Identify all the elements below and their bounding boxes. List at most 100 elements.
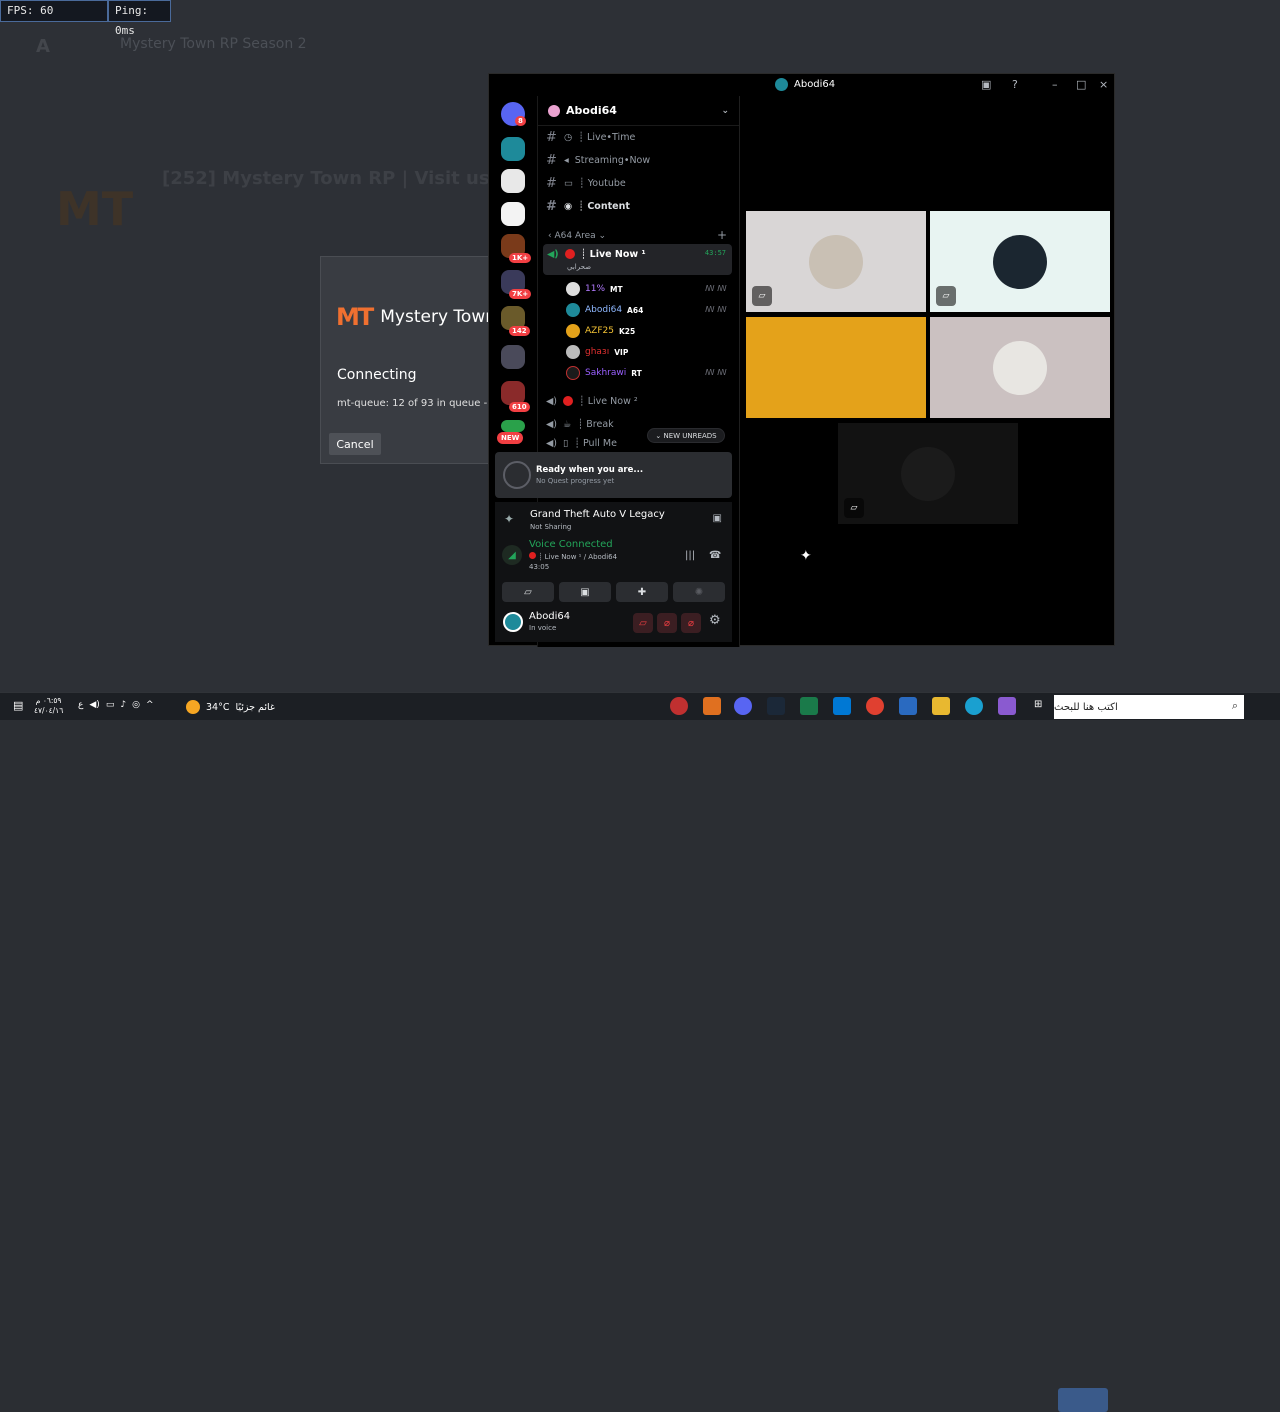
- channel-label: ┊ Youtube: [578, 177, 626, 189]
- add-channel-icon[interactable]: +: [717, 228, 727, 242]
- user-status: In voice: [529, 624, 557, 632]
- server-new-icon[interactable]: [501, 420, 525, 432]
- copilot-icon[interactable]: [998, 697, 1016, 715]
- news-widget-icon[interactable]: [1058, 1388, 1108, 1412]
- gamepad-icon: ✚: [637, 586, 647, 598]
- store-icon[interactable]: [899, 697, 917, 715]
- window-title: Abodi64: [775, 78, 835, 91]
- soundboard-button[interactable]: ✺: [673, 582, 725, 602]
- voice-channel-break[interactable]: ◀) ☕ ┊ Break: [546, 414, 614, 434]
- screen-share-button[interactable]: ▣: [559, 582, 611, 602]
- voice-channel-live-now-2[interactable]: ◀) ┊ Live Now ²: [546, 391, 638, 411]
- member-row[interactable]: AZF25 K25: [566, 322, 635, 340]
- video-tile[interactable]: [746, 317, 926, 418]
- new-unreads-pill[interactable]: ⌄ NEW UNREADS: [647, 428, 725, 443]
- xbox-icon[interactable]: [800, 697, 818, 715]
- participant-avatar: [809, 340, 863, 395]
- gta-icon: ✦: [504, 512, 515, 526]
- channel-live-time[interactable]: # ◷ ┊ Live•Time: [546, 127, 635, 147]
- server-logo: MT: [56, 182, 134, 236]
- game-subtitle: Not Sharing: [530, 523, 572, 531]
- video-tile[interactable]: [930, 317, 1110, 418]
- weather-widget[interactable]: 34°C غائم جزئيًا: [186, 700, 275, 714]
- minimize-icon[interactable]: –: [1052, 78, 1058, 91]
- member-name: Sakhrawi: [585, 368, 627, 378]
- channel-label: ┊ Live•Time: [578, 131, 636, 143]
- activities-button[interactable]: ✚: [616, 582, 668, 602]
- member-name: 11%: [585, 284, 606, 294]
- quest-title: Ready when you are...: [536, 465, 644, 475]
- share-screen-icon[interactable]: ▣: [713, 513, 722, 524]
- folder-2-badge: 7K+: [509, 289, 532, 299]
- video-tile[interactable]: ▱: [930, 211, 1110, 312]
- launcher-logo: A: [36, 36, 50, 57]
- user-avatar[interactable]: [503, 612, 523, 632]
- settings-gear-icon[interactable]: ⚙: [709, 613, 721, 628]
- disconnect-icon[interactable]: ☎: [709, 550, 721, 561]
- taskbar-clock[interactable]: ٠٦:٥٩ م ٤٧/٠٤/١٦: [34, 696, 63, 716]
- avatar: [566, 303, 580, 317]
- task-view-icon[interactable]: ⊞: [1034, 699, 1042, 710]
- video-tile[interactable]: ▱: [838, 423, 1018, 524]
- camera-off-button[interactable]: ▱: [633, 613, 653, 633]
- quest-card[interactable]: Ready when you are... No Quest progress …: [495, 452, 732, 498]
- discord-taskbar-icon[interactable]: [734, 697, 752, 715]
- shield-icon[interactable]: ◎: [132, 700, 140, 710]
- voice-channel-pull-me[interactable]: ◀) ▯ ┊ Pull Me: [546, 436, 617, 450]
- deafen-button[interactable]: ⌀: [681, 613, 701, 633]
- member-row[interactable]: Abodi64 A64: [566, 301, 643, 319]
- clock-time: ٠٦:٥٩ م: [35, 696, 62, 705]
- chrome-icon[interactable]: [866, 697, 884, 715]
- server-folder-4-icon[interactable]: [501, 345, 525, 369]
- channel-content[interactable]: # ◉ ┊ Content: [546, 196, 630, 216]
- voice-channel-label: ┊ Live Now ¹ / Abodi64: [538, 553, 618, 561]
- member-row[interactable]: ghaзı VIP: [566, 343, 628, 361]
- server-sun-icon[interactable]: [501, 202, 525, 226]
- speaker-icon: ◂: [564, 154, 569, 166]
- steam-icon[interactable]: [767, 697, 785, 715]
- close-icon[interactable]: ×: [1099, 78, 1108, 91]
- cancel-button[interactable]: Cancel: [329, 433, 381, 455]
- notification-icon[interactable]: ▤: [13, 699, 23, 712]
- edge-icon[interactable]: [965, 697, 983, 715]
- mouse-cursor-icon: ✦: [800, 548, 812, 564]
- app-record-icon[interactable]: [670, 697, 688, 715]
- camera-button[interactable]: ▱: [502, 582, 554, 602]
- help-icon[interactable]: ?: [1012, 78, 1018, 91]
- title-avatar: [775, 78, 788, 91]
- user-panel: Abodi64 In voice ▱ ⌀ ⌀ ⚙: [495, 604, 732, 642]
- folder-1-badge: 1K+: [509, 253, 532, 263]
- camera-off-icon: ▱: [844, 498, 864, 518]
- folder-3-badge: 142: [509, 326, 530, 336]
- voice-speaker-icon: ◀): [546, 437, 558, 449]
- camera-off-icon: ▱: [752, 286, 772, 306]
- search-input[interactable]: اكتب هنا للبحث ⌕: [1054, 695, 1244, 719]
- folder-icon[interactable]: [932, 697, 950, 715]
- inbox-icon[interactable]: ▣: [981, 78, 991, 91]
- app-launcher-icon[interactable]: [703, 697, 721, 715]
- channel-label: ┊ Break: [577, 418, 614, 430]
- mic-icon[interactable]: ♪: [120, 700, 126, 710]
- video-tile[interactable]: ▱: [746, 211, 926, 312]
- maximize-icon[interactable]: □: [1076, 78, 1086, 91]
- server-customs-icon[interactable]: [501, 169, 525, 193]
- member-row[interactable]: Sakhrawi RT: [566, 364, 642, 382]
- chevron-up-icon[interactable]: ^: [146, 700, 154, 710]
- outlook-icon[interactable]: [833, 697, 851, 715]
- category-a64-area[interactable]: ‹ A64 Area ⌄: [548, 231, 606, 241]
- member-row[interactable]: 11% MT: [566, 280, 623, 298]
- mic-muted-button[interactable]: ⌀: [657, 613, 677, 633]
- search-icon: ⌕: [1231, 699, 1238, 712]
- windows-taskbar: ▤ ٠٦:٥٩ م ٤٧/٠٤/١٦ ع ◀) ▭ ♪ ◎ ^ 34°C غائ…: [0, 692, 1280, 1412]
- network-icon[interactable]: ▭: [106, 700, 115, 710]
- channel-streaming[interactable]: # ◂ Streaming•Now: [546, 150, 650, 170]
- server-abodi64-icon[interactable]: [501, 137, 525, 161]
- noise-suppression-icon[interactable]: |||: [685, 550, 695, 561]
- coffee-icon: ☕: [563, 418, 572, 430]
- server-header[interactable]: Abodi64 ⌄: [538, 96, 739, 126]
- volume-icon[interactable]: ◀): [89, 700, 99, 710]
- voice-channel-live-now[interactable]: ◀) ┊ Live Now ¹ 43:57 صحرابي: [543, 244, 732, 275]
- channel-youtube[interactable]: # ▭ ┊ Youtube: [546, 173, 626, 193]
- channel-label: Streaming•Now: [574, 154, 651, 166]
- language-indicator[interactable]: ع: [78, 700, 83, 710]
